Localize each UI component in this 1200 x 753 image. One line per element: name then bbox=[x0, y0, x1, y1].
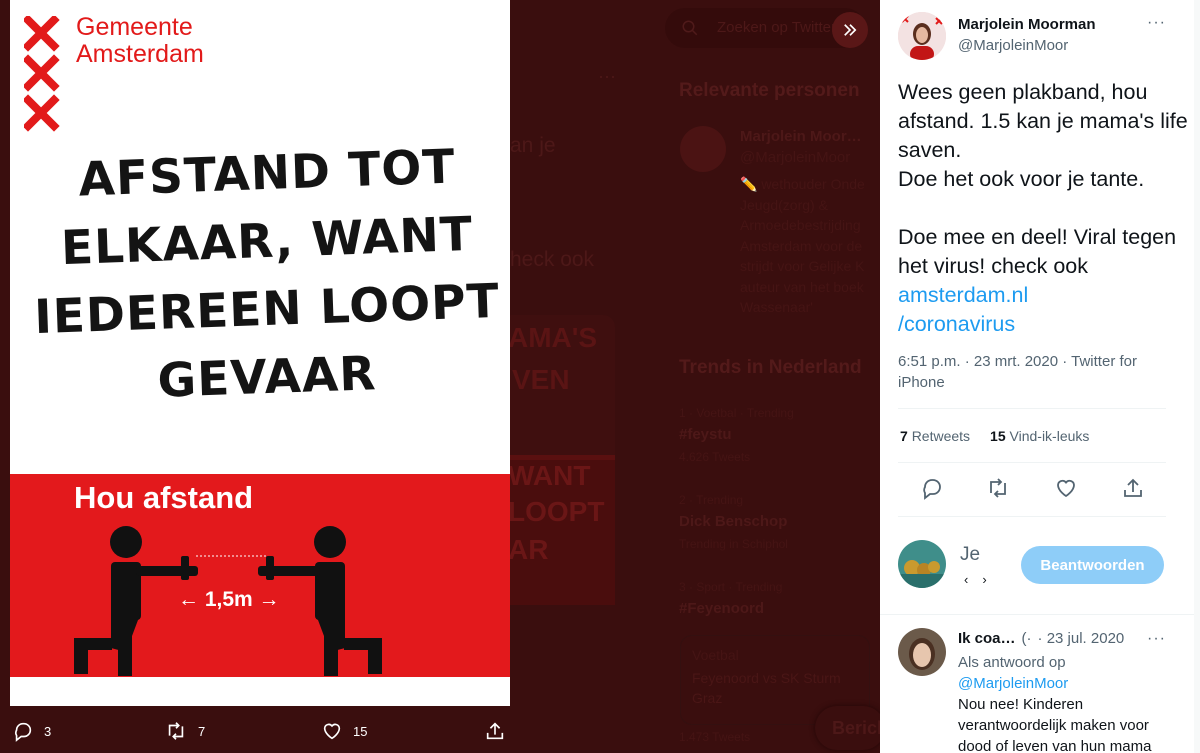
media-like-count: 15 bbox=[353, 723, 368, 739]
arrow-right-icon: → bbox=[252, 588, 280, 611]
reply-author-avatar[interactable] bbox=[898, 628, 946, 676]
reply-more-options-icon[interactable]: ··· bbox=[1147, 630, 1166, 648]
heart-icon bbox=[323, 723, 341, 740]
divider bbox=[898, 408, 1166, 409]
author-avatar[interactable] bbox=[898, 12, 946, 60]
trend-1-context: 1 · Voetbal · Trending bbox=[679, 406, 794, 420]
card-text-1: AMA'S bbox=[508, 322, 598, 353]
expand-panel-button[interactable] bbox=[832, 12, 868, 48]
tweet-timestamp[interactable]: 6:51 p.m. · 23 mrt. 2020 · Twitter for i… bbox=[898, 351, 1178, 393]
reply-author-name: Ik coa… bbox=[958, 630, 1016, 647]
panel-scrollbar[interactable] bbox=[1194, 0, 1200, 753]
retweet-icon[interactable] bbox=[986, 476, 1010, 500]
reply-submit-button[interactable]: Beantwoorden bbox=[1021, 546, 1164, 584]
media-share-action[interactable] bbox=[484, 720, 506, 742]
reply-text: Nou nee! Kinderen verantwoordelijk maken… bbox=[958, 696, 1152, 753]
tweet-text: Wees geen plakband, hou afstand. 1.5 kan… bbox=[898, 78, 1188, 339]
amsterdam-crosses-logo bbox=[24, 16, 60, 132]
card-text-2: VEN bbox=[512, 364, 570, 395]
reply-context-link[interactable]: @MarjoleinMoor bbox=[958, 673, 1178, 694]
reply-author-handle: (· bbox=[1021, 630, 1032, 647]
author-handle[interactable]: @MarjoleinMoor bbox=[958, 37, 1068, 54]
media-retweet-count: 7 bbox=[198, 723, 206, 739]
divider bbox=[898, 462, 1166, 463]
tweet-actions bbox=[880, 476, 1200, 500]
media-reply-action[interactable]: 3 bbox=[12, 720, 51, 742]
municipality-name: Gemeente Amsterdam bbox=[76, 13, 204, 68]
search-placeholder: Zoeken op Twitter bbox=[717, 19, 836, 36]
trend-2-count: Trending in Schiphol bbox=[679, 537, 788, 551]
search-icon bbox=[682, 20, 698, 36]
divider bbox=[880, 614, 1200, 615]
double-chevron-right-icon bbox=[844, 24, 857, 36]
trend-3-context: 3 · Sport · Trending bbox=[679, 580, 783, 594]
card-text-5: AR bbox=[508, 534, 549, 565]
more-options-icon[interactable]: ··· bbox=[1147, 14, 1166, 32]
person-avatar-bg bbox=[680, 126, 726, 172]
media-reply-count: 3 bbox=[44, 723, 52, 739]
reply-author-photo bbox=[898, 628, 946, 676]
trend-2-name: Dick Benschop bbox=[679, 513, 788, 530]
poster-headline: AFSTAND TOT ELKAAR, WANT IEDEREEN LOOPT … bbox=[33, 139, 501, 409]
tweet-link[interactable]: amsterdam.nl /coronavirus bbox=[898, 283, 1028, 336]
reply-input[interactable]: Je bbox=[960, 544, 980, 566]
arrow-left-icon: ← bbox=[178, 588, 205, 611]
card-text-3: WANT bbox=[508, 460, 591, 491]
user-photo bbox=[898, 540, 946, 588]
divider bbox=[898, 516, 1166, 517]
retweet-icon bbox=[168, 722, 184, 740]
distance-label: ← 1,5m → bbox=[178, 588, 280, 611]
tweet-fragment-2: heck ook bbox=[510, 248, 595, 271]
share-icon[interactable] bbox=[1121, 476, 1145, 500]
author-photo bbox=[898, 12, 946, 60]
trend-1-count: 4.626 Tweets bbox=[679, 450, 751, 464]
reply-icon[interactable] bbox=[920, 476, 944, 500]
chevron-right-icon[interactable]: › bbox=[982, 572, 986, 587]
trends-heading: Trends in Nederland bbox=[679, 357, 862, 378]
current-user-avatar[interactable] bbox=[898, 540, 946, 588]
likes-stat[interactable]: 15 Vind-ik-leuks bbox=[990, 428, 1089, 444]
share-icon bbox=[486, 722, 504, 740]
tweet-detail-panel: Marjolein Moorman @MarjoleinMoor ··· Wee… bbox=[880, 0, 1200, 753]
tweet-fragment-1: an je bbox=[510, 134, 556, 157]
trend-1-name: #feystu bbox=[679, 426, 732, 443]
reply-context: Als antwoord op @MarjoleinMoor bbox=[958, 652, 1178, 694]
relevant-heading: Relevante personen bbox=[679, 80, 860, 101]
person-name-bg: Marjolein Moor… bbox=[740, 128, 862, 145]
reply-date: · 23 jul. 2020 bbox=[1037, 630, 1125, 647]
media-action-bar: 3 7 15 bbox=[0, 706, 880, 753]
author-name[interactable]: Marjolein Moorman bbox=[958, 16, 1096, 33]
tweet-stats: 7 Retweets 15 Vind-ik-leuks bbox=[900, 428, 1089, 444]
tweet-body: Wees geen plakband, hou afstand. 1.5 kan… bbox=[898, 80, 1188, 278]
embed-text: Feyenoord vs SK Sturm Graz bbox=[692, 670, 841, 706]
trend-3-name: #Feyenoord bbox=[679, 600, 765, 617]
card-text-4: LOOPT bbox=[508, 496, 605, 527]
person-handle-bg: @MarjoleinMoor bbox=[740, 149, 851, 166]
trend-2-context: 2 · Trending bbox=[679, 493, 744, 507]
person-bio-bg: ✏️ wethouder Onde Jeugd(zorg) & Armoedeb… bbox=[740, 176, 865, 315]
heart-icon[interactable] bbox=[1054, 476, 1078, 500]
retweets-stat[interactable]: 7 Retweets bbox=[900, 428, 970, 444]
keep-distance-title: Hou afstand bbox=[74, 480, 254, 515]
reply-icon bbox=[15, 722, 32, 742]
media-retweet-action[interactable]: 7 bbox=[164, 720, 205, 742]
tweet-media-image[interactable]: Gemeente Amsterdam AFSTAND TOT ELKAAR, W… bbox=[10, 0, 510, 706]
media-like-action[interactable]: 15 bbox=[321, 720, 367, 742]
reply-context-prefix: Als antwoord op bbox=[958, 654, 1066, 671]
embed-title: Voetbal bbox=[692, 647, 739, 663]
reply-author[interactable]: Ik coa… (· · 23 jul. 2020 bbox=[958, 630, 1124, 647]
chevron-left-icon[interactable]: ‹ bbox=[964, 572, 968, 587]
more-dots-bg: ··· bbox=[598, 66, 616, 86]
reply-nav-arrows: ‹ › bbox=[964, 572, 987, 587]
